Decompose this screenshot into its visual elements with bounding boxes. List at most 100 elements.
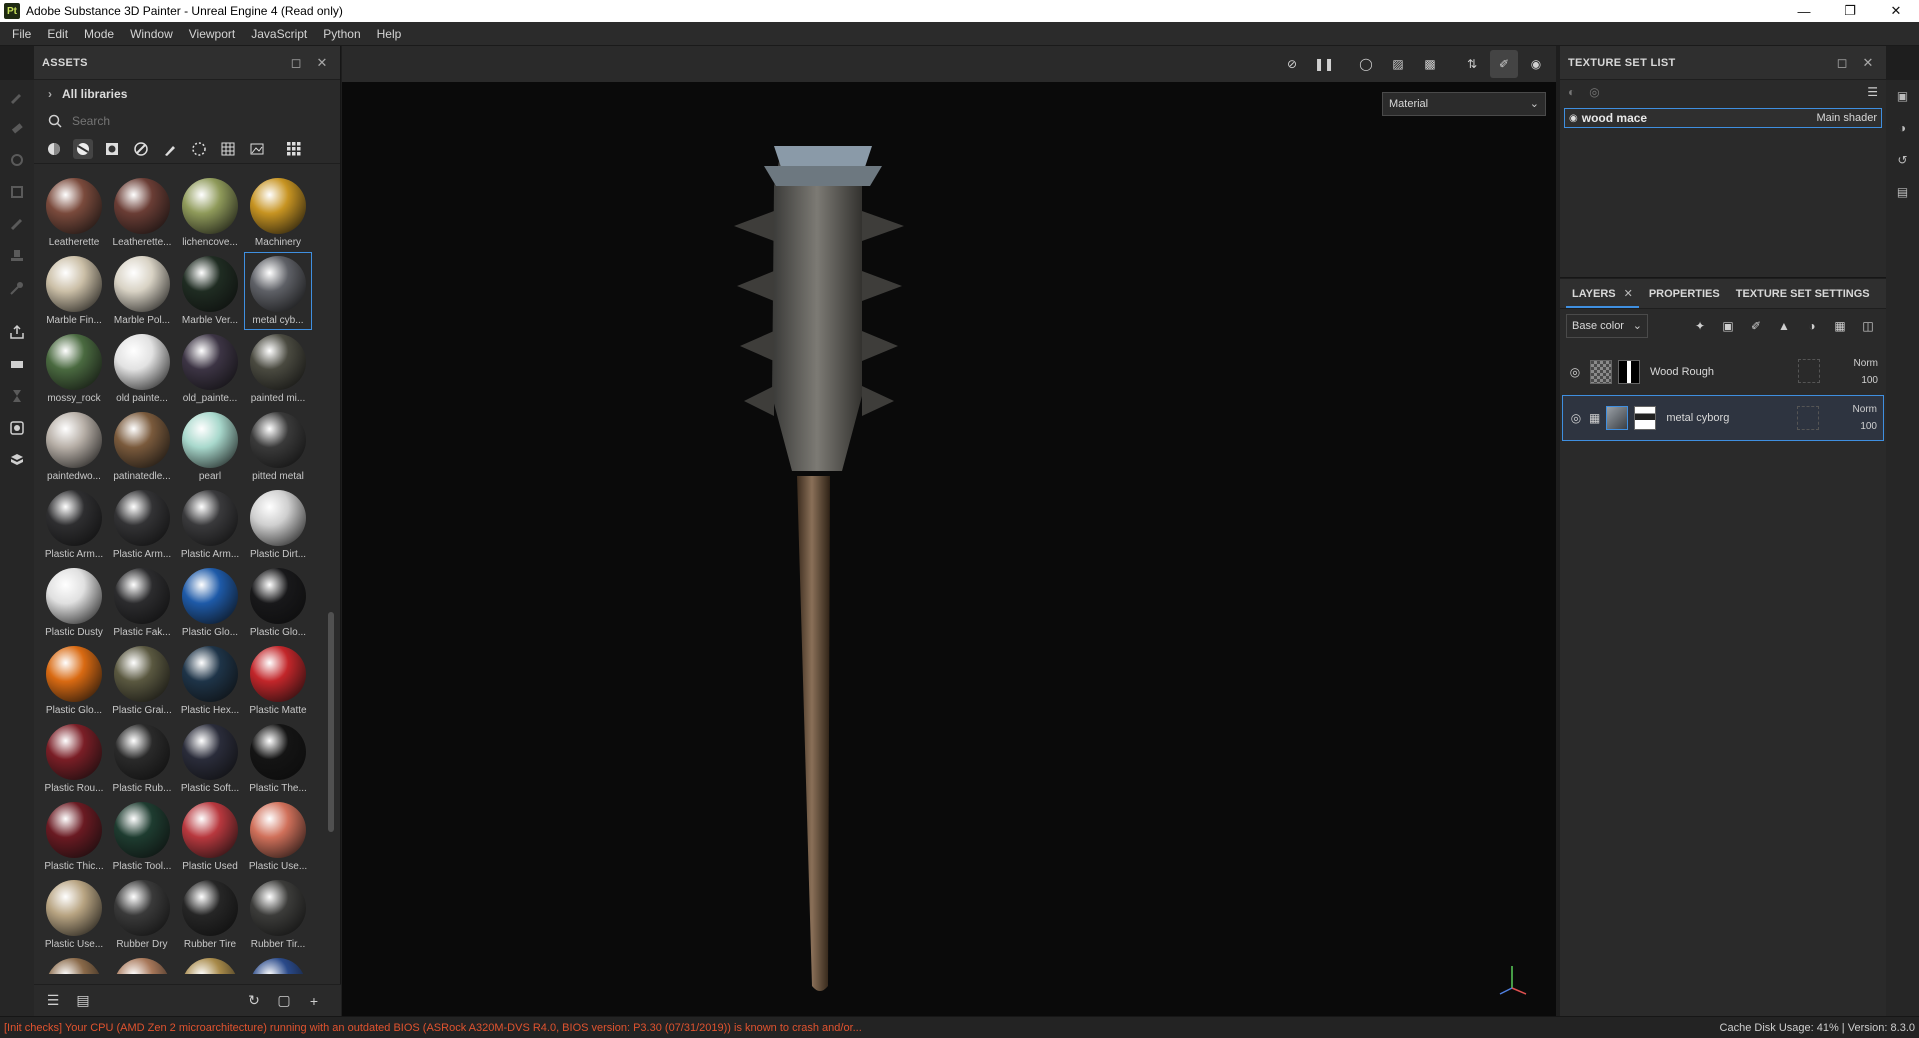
- tab-texture-set-settings[interactable]: TEXTURE SET SETTINGS: [1730, 288, 1876, 308]
- mask-slot[interactable]: [1797, 406, 1819, 430]
- texture-set-item[interactable]: ◉ wood mace Main shader: [1564, 108, 1882, 128]
- asset-item[interactable]: Plastic Rou...: [40, 720, 108, 798]
- refresh-icon[interactable]: ↻: [243, 990, 265, 1012]
- paint-brush-tool[interactable]: [0, 80, 34, 112]
- shader-tool[interactable]: [0, 444, 34, 476]
- asset-item[interactable]: old_painte...: [176, 330, 244, 408]
- asset-item[interactable]: Plastic Glo...: [244, 564, 312, 642]
- opacity[interactable]: 100: [1860, 421, 1877, 432]
- hourglass-tool[interactable]: [0, 380, 34, 412]
- asset-item[interactable]: Plastic Use...: [40, 876, 108, 954]
- filter-environments-icon[interactable]: [247, 139, 267, 159]
- asset-item[interactable]: Plastic Rub...: [108, 720, 176, 798]
- blend-mode[interactable]: Norm: [1853, 404, 1877, 415]
- menu-window[interactable]: Window: [122, 27, 181, 41]
- layer-row[interactable]: ◎ ▦ metal cyborg Norm 100: [1562, 395, 1884, 441]
- shader-settings-icon[interactable]: ◑: [1886, 112, 1919, 144]
- asset-item[interactable]: Plastic Dirt...: [244, 486, 312, 564]
- mask-thumbnail[interactable]: [1618, 360, 1640, 384]
- eye-icon[interactable]: ◎: [1589, 85, 1599, 99]
- asset-item[interactable]: Plastic Glo...: [176, 564, 244, 642]
- asset-item[interactable]: Plastic Tool...: [108, 798, 176, 876]
- close-icon[interactable]: ✕: [1858, 53, 1878, 73]
- filter-materials-icon[interactable]: [44, 139, 64, 159]
- asset-item[interactable]: pitted metal: [244, 408, 312, 486]
- asset-item[interactable]: pearl: [176, 408, 244, 486]
- export-tool[interactable]: [0, 316, 34, 348]
- eraser-tool[interactable]: [0, 112, 34, 144]
- picker-tool[interactable]: [0, 272, 34, 304]
- eye-icon[interactable]: ◉: [1569, 113, 1578, 124]
- list-settings-icon[interactable]: ☰: [42, 990, 64, 1012]
- menu-javascript[interactable]: JavaScript: [243, 27, 315, 41]
- clone-tool[interactable]: [0, 240, 34, 272]
- import-list-icon[interactable]: ▤: [72, 990, 94, 1012]
- mask-thumbnail[interactable]: [1634, 406, 1657, 430]
- undock-icon[interactable]: ◻: [286, 53, 306, 73]
- asset-item[interactable]: Plastic Arm...: [108, 486, 176, 564]
- assets-scrollbar[interactable]: [328, 612, 334, 832]
- add-folder-icon[interactable]: ▦: [1828, 314, 1852, 338]
- asset-item[interactable]: [108, 954, 176, 974]
- asset-item[interactable]: Marble Fin...: [40, 252, 108, 330]
- display-settings-icon[interactable]: ▣: [1886, 80, 1919, 112]
- asset-item[interactable]: Marble Ver...: [176, 252, 244, 330]
- menu-viewport[interactable]: Viewport: [181, 27, 243, 41]
- close-icon[interactable]: ✕: [1624, 287, 1633, 300]
- filter-brushes-icon[interactable]: [160, 139, 180, 159]
- add-icon[interactable]: +: [303, 990, 325, 1012]
- status-warning[interactable]: [Init checks] Your CPU (AMD Zen 2 microa…: [4, 1022, 1720, 1034]
- asset-item[interactable]: Rubber Dry: [108, 876, 176, 954]
- add-fill-layer-icon[interactable]: ▲: [1772, 314, 1796, 338]
- blend-mode[interactable]: Norm: [1854, 358, 1878, 369]
- bake-tool[interactable]: [0, 348, 34, 380]
- log-icon[interactable]: ▤: [1886, 176, 1919, 208]
- asset-item[interactable]: patinatedle...: [108, 408, 176, 486]
- asset-item[interactable]: Plastic Use...: [244, 798, 312, 876]
- projection-tool[interactable]: [0, 144, 34, 176]
- asset-item[interactable]: [244, 954, 312, 974]
- geometry-mask-tool[interactable]: [0, 176, 34, 208]
- add-effect-icon[interactable]: ✦: [1688, 314, 1712, 338]
- asset-item[interactable]: [176, 954, 244, 974]
- asset-item[interactable]: metal cyb...: [244, 252, 312, 330]
- asset-item[interactable]: lichencove...: [176, 174, 244, 252]
- undock-icon[interactable]: ◻: [1832, 53, 1852, 73]
- menu-mode[interactable]: Mode: [76, 27, 122, 41]
- filter-smart-materials-icon[interactable]: [73, 138, 93, 159]
- display-settings-tool[interactable]: [0, 412, 34, 444]
- asset-item[interactable]: Plastic Grai...: [108, 642, 176, 720]
- texture-set-shader[interactable]: Main shader: [1816, 112, 1877, 124]
- asset-item[interactable]: Machinery: [244, 174, 312, 252]
- restore-button[interactable]: ❐: [1827, 0, 1873, 22]
- filter-masks-icon[interactable]: [102, 139, 122, 159]
- asset-item[interactable]: Marble Pol...: [108, 252, 176, 330]
- asset-item[interactable]: Plastic Soft...: [176, 720, 244, 798]
- asset-item[interactable]: Rubber Tire: [176, 876, 244, 954]
- filter-generators-icon[interactable]: [131, 139, 151, 159]
- asset-item[interactable]: Plastic Fak...: [108, 564, 176, 642]
- grid-view-icon[interactable]: [284, 139, 304, 159]
- asset-item[interactable]: Plastic Glo...: [40, 642, 108, 720]
- minimize-button[interactable]: —: [1781, 0, 1827, 22]
- asset-item[interactable]: Rubber Tir...: [244, 876, 312, 954]
- menu-file[interactable]: File: [4, 27, 39, 41]
- add-smart-material-icon[interactable]: ◑: [1800, 314, 1824, 338]
- delete-icon[interactable]: ◫: [1856, 314, 1880, 338]
- channel-select[interactable]: Base color ⌄: [1566, 314, 1648, 338]
- hide-icon[interactable]: ◐: [1568, 85, 1575, 99]
- add-paint-layer-icon[interactable]: ✐: [1744, 314, 1768, 338]
- asset-item[interactable]: Plastic Hex...: [176, 642, 244, 720]
- asset-item[interactable]: painted mi...: [244, 330, 312, 408]
- menu-python[interactable]: Python: [315, 27, 368, 41]
- mask-slot[interactable]: [1798, 359, 1820, 383]
- asset-item[interactable]: Plastic Thic...: [40, 798, 108, 876]
- close-icon[interactable]: ✕: [312, 53, 332, 73]
- eye-icon[interactable]: ◎: [1567, 411, 1585, 425]
- asset-item[interactable]: old painte...: [108, 330, 176, 408]
- asset-item[interactable]: Plastic Arm...: [176, 486, 244, 564]
- 3d-viewport[interactable]: ⊘ ❚❚ ◯ ▨ ▩ ⇅ ✐ ◉ Material ⌄: [342, 46, 1556, 1016]
- asset-item[interactable]: paintedwo...: [40, 408, 108, 486]
- menu-help[interactable]: Help: [369, 27, 410, 41]
- tab-layers[interactable]: LAYERS ✕: [1566, 287, 1639, 308]
